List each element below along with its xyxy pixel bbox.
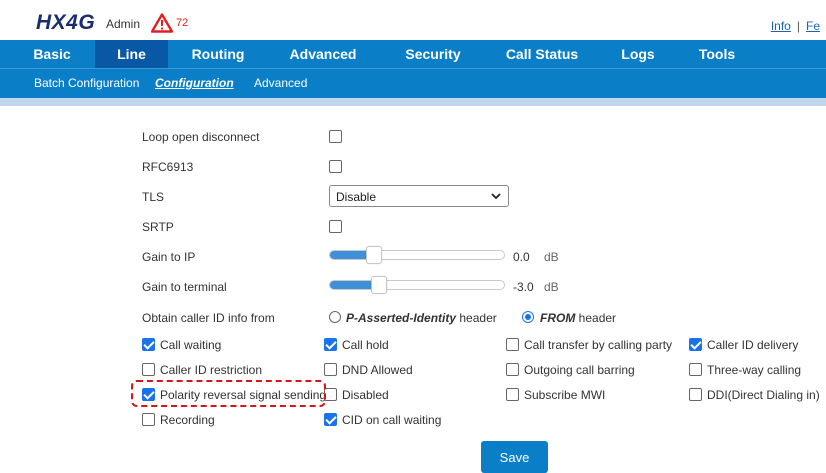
outgoing-call-barring-checkbox[interactable] <box>506 363 519 376</box>
rfc6913-label: RFC6913 <box>142 160 194 174</box>
disabled-label: Disabled <box>342 388 389 402</box>
caller-id-delivery-checkbox[interactable] <box>689 338 702 351</box>
tab-logs[interactable]: Logs <box>612 40 664 68</box>
ddi-label: DDI(Direct Dialing in) <box>707 388 820 402</box>
tab-routing[interactable]: Routing <box>177 40 259 68</box>
tab-line[interactable]: Line <box>95 40 168 68</box>
tab-advanced[interactable]: Advanced <box>281 40 365 68</box>
caller-id-delivery-label: Caller ID delivery <box>707 338 799 352</box>
cid-on-call-waiting-checkbox[interactable] <box>324 413 337 426</box>
tab-basic[interactable]: Basic <box>16 40 88 68</box>
call-transfer-label: Call transfer by calling party <box>524 338 673 352</box>
tls-label: TLS <box>142 190 165 204</box>
fe-link[interactable]: Fe <box>806 19 820 33</box>
save-button[interactable]: Save <box>481 441 548 473</box>
gain-ip-slider[interactable] <box>329 246 505 264</box>
three-way-calling-label: Three-way calling <box>707 363 802 377</box>
current-user: Admin <box>106 17 141 31</box>
gain-ip-label: Gain to IP <box>142 250 196 264</box>
tls-value: Disable <box>336 190 377 204</box>
gain-terminal-value: -3.0 <box>513 280 534 294</box>
radio-from-header[interactable] <box>522 311 534 323</box>
product-logo: HX4G <box>36 11 96 34</box>
sub-nav: Batch Configuration Configuration Advanc… <box>0 68 826 98</box>
info-link[interactable]: Info <box>771 19 791 33</box>
recording-checkbox[interactable] <box>142 413 155 426</box>
cid-on-call-waiting-label: CID on call waiting <box>342 413 442 427</box>
chevron-down-icon <box>491 193 501 200</box>
outgoing-call-barring-label: Outgoing call barring <box>524 363 635 377</box>
gain-ip-value: 0.0 <box>513 250 530 264</box>
top-links: Info | Fe <box>770 19 820 33</box>
tab-security[interactable]: Security <box>394 40 472 68</box>
from-header-option: FROM header <box>540 311 617 325</box>
srtp-label: SRTP <box>142 220 174 234</box>
subtab-batch-configuration[interactable]: Batch Configuration <box>34 76 139 90</box>
three-way-calling-checkbox[interactable] <box>689 363 702 376</box>
srtp-checkbox[interactable] <box>329 220 342 233</box>
call-waiting-label: Call waiting <box>160 338 222 352</box>
header-band <box>0 98 826 106</box>
gain-terminal-label: Gain to terminal <box>142 280 227 294</box>
main-nav: Basic Line Routing Advanced Security Cal… <box>0 40 826 68</box>
loop-open-checkbox[interactable] <box>329 130 342 143</box>
caller-id-restriction-checkbox[interactable] <box>142 363 155 376</box>
dnd-allowed-label: DND Allowed <box>342 363 413 377</box>
call-hold-label: Call hold <box>342 338 389 352</box>
call-transfer-checkbox[interactable] <box>506 338 519 351</box>
ddi-checkbox[interactable] <box>689 388 702 401</box>
recording-label: Recording <box>160 413 215 427</box>
subtab-configuration[interactable]: Configuration <box>155 76 234 90</box>
loop-open-label: Loop open disconnect <box>142 130 260 144</box>
call-waiting-checkbox[interactable] <box>142 338 155 351</box>
rfc6913-checkbox[interactable] <box>329 160 342 173</box>
caller-id-restriction-label: Caller ID restriction <box>160 363 263 377</box>
call-hold-checkbox[interactable] <box>324 338 337 351</box>
gain-terminal-unit: dB <box>544 280 559 294</box>
gain-ip-unit: dB <box>544 250 559 264</box>
top-header: HX4G Admin 72 Info | Fe <box>0 0 826 40</box>
gain-ip-slider-thumb[interactable] <box>366 246 382 264</box>
subtab-advanced[interactable]: Advanced <box>254 76 307 90</box>
subscribe-mwi-label: Subscribe MWI <box>524 388 606 402</box>
dnd-allowed-checkbox[interactable] <box>324 363 337 376</box>
alert-count[interactable]: 72 <box>176 17 188 29</box>
tab-tools[interactable]: Tools <box>688 40 746 68</box>
radio-p-asserted-identity[interactable] <box>329 311 341 323</box>
gain-terminal-slider[interactable] <box>329 276 505 294</box>
p-asserted-identity-option: P-Asserted-Identity header <box>346 311 497 325</box>
warning-icon[interactable] <box>151 13 173 33</box>
highlight-annotation <box>131 380 326 407</box>
tls-select[interactable]: Disable <box>329 185 509 207</box>
tab-call-status[interactable]: Call Status <box>498 40 586 68</box>
subscribe-mwi-checkbox[interactable] <box>506 388 519 401</box>
caller-id-source-label: Obtain caller ID info from <box>142 311 275 325</box>
gain-terminal-slider-thumb[interactable] <box>371 276 387 294</box>
